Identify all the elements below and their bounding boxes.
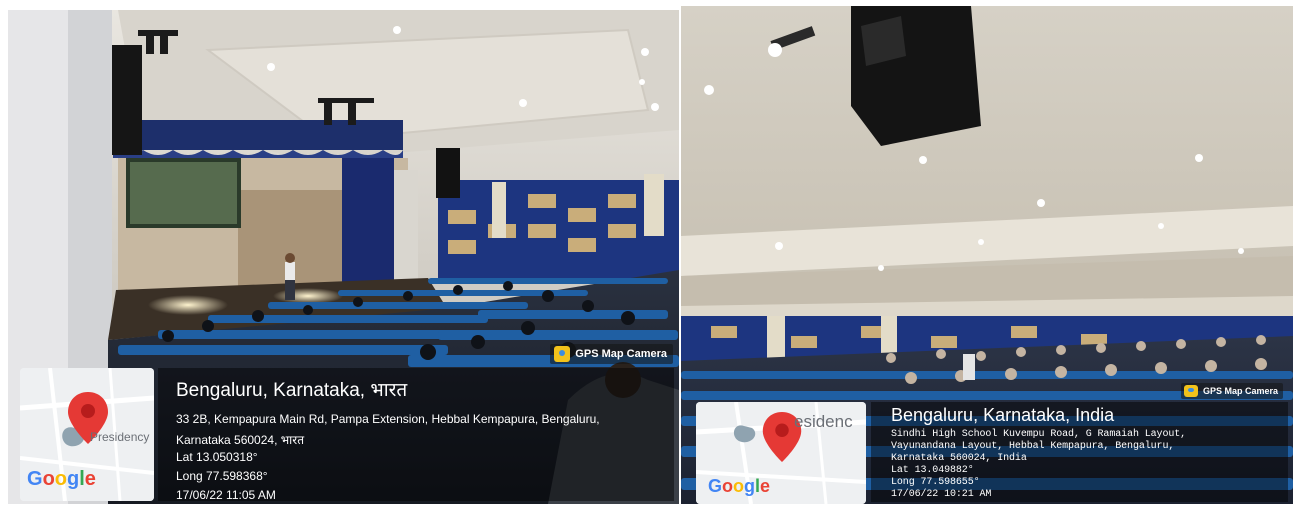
mini-map: Presidency Google	[20, 368, 154, 501]
location-title: Bengaluru, Karnataka, India	[891, 405, 1115, 425]
gps-map-camera-badge: GPS Map Camera	[550, 344, 673, 364]
auditorium-photo-left: GPS Map Camera Presidency Google Bengalu…	[8, 10, 679, 504]
latitude: Lat 13.049882°	[891, 465, 974, 476]
gps-map-camera-icon	[1183, 385, 1198, 397]
google-logo: Google	[27, 468, 96, 490]
gps-map-camera-icon	[554, 346, 571, 362]
latitude: Lat 13.050318°	[176, 450, 258, 464]
address-line-2: Karnataka 560024, भारत	[176, 433, 305, 447]
gps-map-camera-badge: GPS Map Camera	[1180, 383, 1283, 399]
datetime: 17/06/22 11:05 AM	[176, 488, 276, 502]
mini-map: esidenc Google	[696, 402, 866, 504]
google-logo: Google	[708, 476, 771, 496]
address-line-1: 33 2B, Kempapura Main Rd, Pampa Extensio…	[176, 412, 600, 426]
map-place-label: Presidency	[90, 430, 150, 444]
longitude: Long 77.598368°	[176, 469, 268, 483]
longitude: Long 77.598655°	[891, 477, 980, 488]
map-place-label: esidenc	[794, 412, 853, 431]
location-info-panel: Bengaluru, Karnataka, भारत 33 2B, Kempap…	[158, 368, 674, 502]
auditorium-photo-right: GPS Map Camera esidenc Google Bengaluru,…	[681, 6, 1293, 504]
gps-map-camera-label: GPS Map Camera	[575, 348, 667, 360]
address-line-1: Sindhi High School Kuvempu Road, G Ramai…	[891, 429, 1187, 440]
address-line-2: Vayunandana Layout, Hebbal Kempapura, Be…	[891, 441, 1175, 452]
address-line-3: Karnataka 560024, India	[891, 453, 1027, 464]
datetime: 17/06/22 10:21 AM	[891, 489, 992, 500]
location-info-panel: Bengaluru, Karnataka, India Sindhi High …	[871, 402, 1288, 502]
location-title: Bengaluru, Karnataka, भारत	[176, 380, 408, 401]
gps-map-camera-label: GPS Map Camera	[1202, 386, 1278, 396]
